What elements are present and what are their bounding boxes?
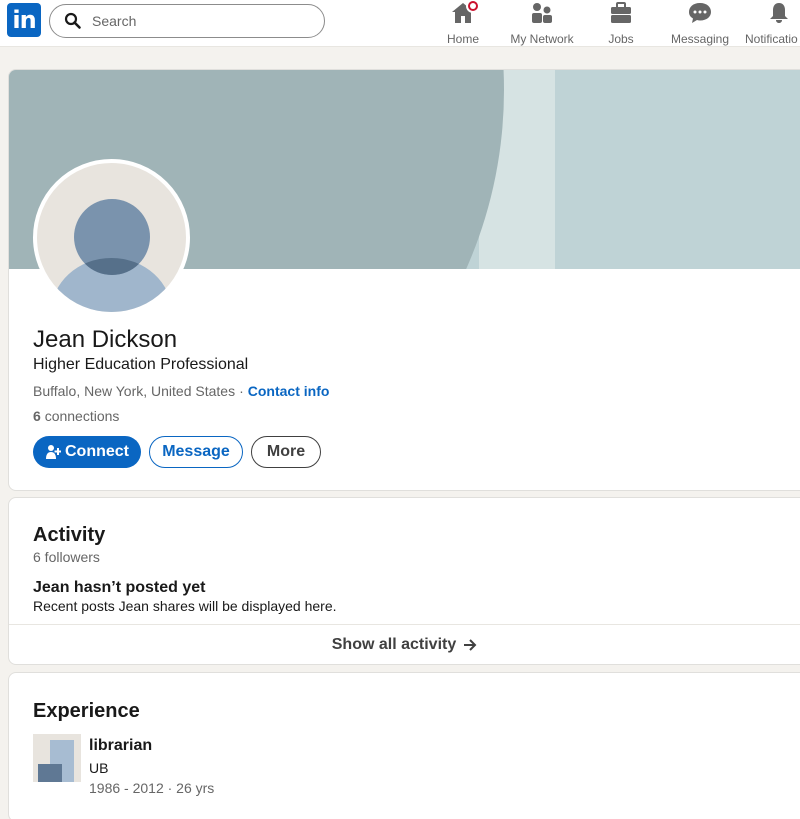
experience-card: Experience librarian UB 1986 - 2012 · 26… [8, 672, 800, 819]
nav-messaging[interactable]: Messaging [671, 0, 729, 47]
search-box[interactable] [49, 4, 325, 38]
separator: · [239, 383, 244, 399]
company-logo[interactable] [33, 734, 81, 782]
nav-label: Jobs [608, 32, 634, 46]
arrow-right-icon [464, 639, 477, 651]
nav-label: Home [446, 32, 479, 46]
contact-info-link[interactable]: Contact info [248, 383, 330, 399]
avatar-shadow [74, 199, 150, 275]
show-all-activity-link[interactable]: Show all activity [9, 625, 800, 665]
profile-name: Jean Dickson [33, 326, 178, 353]
nav-label: Messaging [670, 32, 730, 46]
nav-label: Notificatio [745, 32, 798, 46]
profile-location: Buffalo, New York, United States [33, 383, 236, 399]
briefcase-icon [611, 2, 631, 23]
network-icon [532, 3, 552, 23]
experience-dates: 1986 - 2012 · 26 yrs [89, 780, 215, 796]
avatar[interactable] [33, 159, 190, 316]
profile-location-row: Buffalo, New York, United States · Contact… [33, 383, 329, 399]
profile-headline: Higher Education Professional [33, 356, 249, 373]
search-input[interactable] [92, 13, 292, 29]
nav-jobs[interactable]: Jobs [606, 0, 636, 47]
notification-badge [466, 0, 480, 13]
experience-company: UB [89, 760, 109, 776]
messaging-icon [689, 3, 711, 23]
followers-count[interactable]: 6 followers [33, 549, 100, 565]
empty-activity-subtitle: Recent posts Jean shares will be display… [33, 598, 337, 614]
show-all-label: Show all activity [331, 636, 457, 653]
activity-card: Activity 6 followers Jean hasn’t posted … [8, 497, 800, 665]
more-button[interactable]: More [251, 436, 321, 468]
add-person-icon [46, 445, 61, 459]
top-nav: in Home My Network [0, 0, 800, 47]
connections-count: 6 [33, 408, 41, 424]
experience-title: Experience [33, 700, 140, 722]
experience-role: librarian [89, 737, 153, 754]
logo-shape [38, 764, 62, 782]
nav-notifications[interactable]: Notificatio [745, 0, 800, 47]
nav-my-network[interactable]: My Network [509, 0, 575, 47]
search-icon [64, 12, 81, 29]
empty-activity-title: Jean hasn’t posted yet [33, 579, 206, 596]
connect-label: Connect [65, 443, 129, 460]
connections-label: connections [44, 408, 120, 424]
message-button[interactable]: Message [149, 436, 243, 468]
nav-home[interactable]: Home [446, 0, 480, 47]
bell-icon [770, 3, 788, 23]
connect-button[interactable]: Connect [33, 436, 141, 468]
nav-label: My Network [510, 32, 574, 46]
connections-count-row[interactable]: 6 connections [33, 408, 119, 424]
activity-title: Activity [33, 524, 106, 546]
profile-card: Jean Dickson Higher Education Profession… [8, 69, 800, 491]
linkedin-logo[interactable]: in [7, 3, 41, 37]
